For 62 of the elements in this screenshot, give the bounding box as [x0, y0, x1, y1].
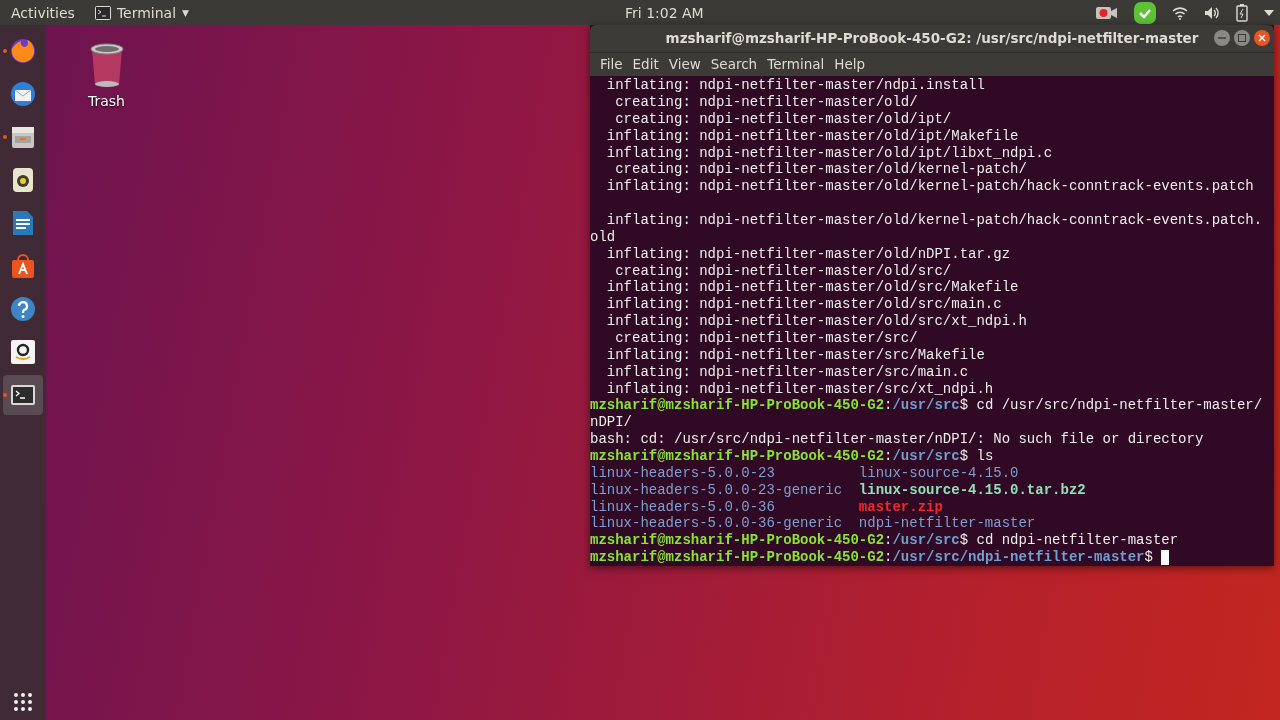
- terminal-line: inflating: ndpi-netfilter-master/old/src/main.c: [605, 296, 1002, 314]
- shopping-bag-icon: [10, 253, 36, 279]
- minimize-button[interactable]: [1214, 30, 1230, 46]
- battery-icon[interactable]: [1236, 3, 1248, 22]
- terminal-line: inflating: ndpi-netfilter-master/old/nDPI.tar.gz: [605, 245, 1011, 263]
- file-name: ndpi-netfilter-master: [858, 515, 1037, 533]
- terminal-line: creating: ndpi-netfilter-master/old/kernel-patch/: [614, 161, 1027, 179]
- terminal-line: old: [590, 228, 616, 246]
- terminal-line: mzsharif@mzsharif-HP-ProBook-450-G2:/usr/src$ ls: [590, 448, 994, 465]
- menu-item[interactable]: View: [663, 56, 706, 73]
- menu-item[interactable]: Edit: [627, 56, 664, 73]
- mail-icon: [9, 80, 37, 108]
- activities-button[interactable]: Activities: [11, 4, 75, 21]
- terminal-line: creating: ndpi-netfilter-master/src/: [614, 329, 918, 347]
- file-name: linux-headers-5.0.0-23: [590, 464, 776, 482]
- terminal-line: creating: ndpi-netfilter-master/old/ipt/: [614, 110, 952, 128]
- file-name: linux-source-4.15.0.tar.bz2: [858, 481, 1087, 499]
- camera-icon[interactable]: [1096, 5, 1118, 20]
- file-name: linux-source-4.15.0: [858, 464, 1020, 482]
- desktop-icon-label[interactable]: Trash: [88, 93, 125, 109]
- menu-item[interactable]: Search: [705, 56, 763, 73]
- document-icon: [12, 210, 34, 236]
- terminal-line: creating: ndpi-netfilter-master/old/: [614, 93, 918, 111]
- terminal-line: inflating: ndpi-netfilter-master/src/Makefile: [605, 346, 985, 364]
- app-grid-icon[interactable]: [13, 692, 33, 712]
- file-name: linux-headers-5.0.0-36: [590, 498, 776, 516]
- terminal-line: inflating: ndpi-netfilter-master/ndpi.install: [605, 77, 985, 94]
- terminal-line: inflating: ndpi-netfilter-master/old/kernel-patch/hack-conntrack-events.patch.: [605, 211, 1263, 229]
- check-badge-icon[interactable]: [1134, 1, 1156, 24]
- terminal-line: bash: cd: /usr/src/ndpi-netfilter-master/nDPI/: No such file or directory: [590, 431, 1204, 448]
- trash-icon[interactable]: [88, 43, 125, 87]
- clock[interactable]: Fri 1:02 AM: [625, 4, 704, 21]
- terminal-icon: [94, 5, 111, 20]
- file-name: linux-headers-5.0.0-23-generic: [590, 481, 844, 499]
- menu-item[interactable]: File: [595, 56, 628, 73]
- help-icon: [9, 295, 37, 323]
- terminal-line: inflating: ndpi-netfilter-master/old/ipt/Makefile: [605, 127, 1019, 145]
- terminal-line: inflating: ndpi-netfilter-master/old/kernel-patch/hack-conntrack-events.patch: [605, 178, 1254, 196]
- terminal-line: inflating: ndpi-netfilter-master/old/src/xt_ndpi.h: [605, 313, 1027, 330]
- menu-item[interactable]: Help: [829, 56, 871, 73]
- menu-item[interactable]: Terminal: [762, 56, 830, 73]
- dock-item[interactable]: [3, 375, 43, 415]
- window-title: mzsharif@mzsharif-HP-ProBook-450-G2: /usr/src/ndpi-netfilter-master: [665, 30, 1199, 47]
- drawer-icon: [10, 124, 36, 150]
- app-menu[interactable]: Terminal ▼: [94, 4, 189, 21]
- terminal-line: inflating: ndpi-netfilter-master/src/main.c: [605, 363, 969, 381]
- close-button[interactable]: [1254, 30, 1270, 46]
- terminal-line: inflating: ndpi-netfilter-master/old/src/Makefile: [605, 279, 1019, 297]
- volume-icon[interactable]: [1204, 5, 1220, 20]
- file-name: master.zip: [858, 498, 944, 516]
- terminal-line: nDPI/: [590, 414, 632, 432]
- terminal-line: mzsharif@mzsharif-HP-ProBook-450-G2:/usr/src$ cd ndpi-netfilter-master: [590, 532, 1179, 550]
- terminal-line: inflating: ndpi-netfilter-master/old/ipt/libxt_ndpi.c: [605, 144, 1053, 162]
- terminal-icon: [10, 384, 36, 406]
- file-name: linux-headers-5.0.0-36-generic: [590, 515, 844, 533]
- speaker-icon: [12, 167, 34, 193]
- wifi-icon[interactable]: [1172, 5, 1188, 20]
- terminal-line: creating: ndpi-netfilter-master/old/src/: [614, 262, 952, 280]
- terminal-line: mzsharif@mzsharif-HP-ProBook-450-G2:/usr/src$ cd /usr/src/ndpi-netfilter-master/: [590, 397, 1263, 415]
- terminal-line: inflating: ndpi-netfilter-master/src/xt_ndpi.h: [605, 380, 994, 398]
- terminal-line: mzsharif@mzsharif-HP-ProBook-450-G2:/usr/src/ndpi-netfilter-master$: [590, 549, 1154, 566]
- dropdown-icon[interactable]: [1264, 9, 1274, 16]
